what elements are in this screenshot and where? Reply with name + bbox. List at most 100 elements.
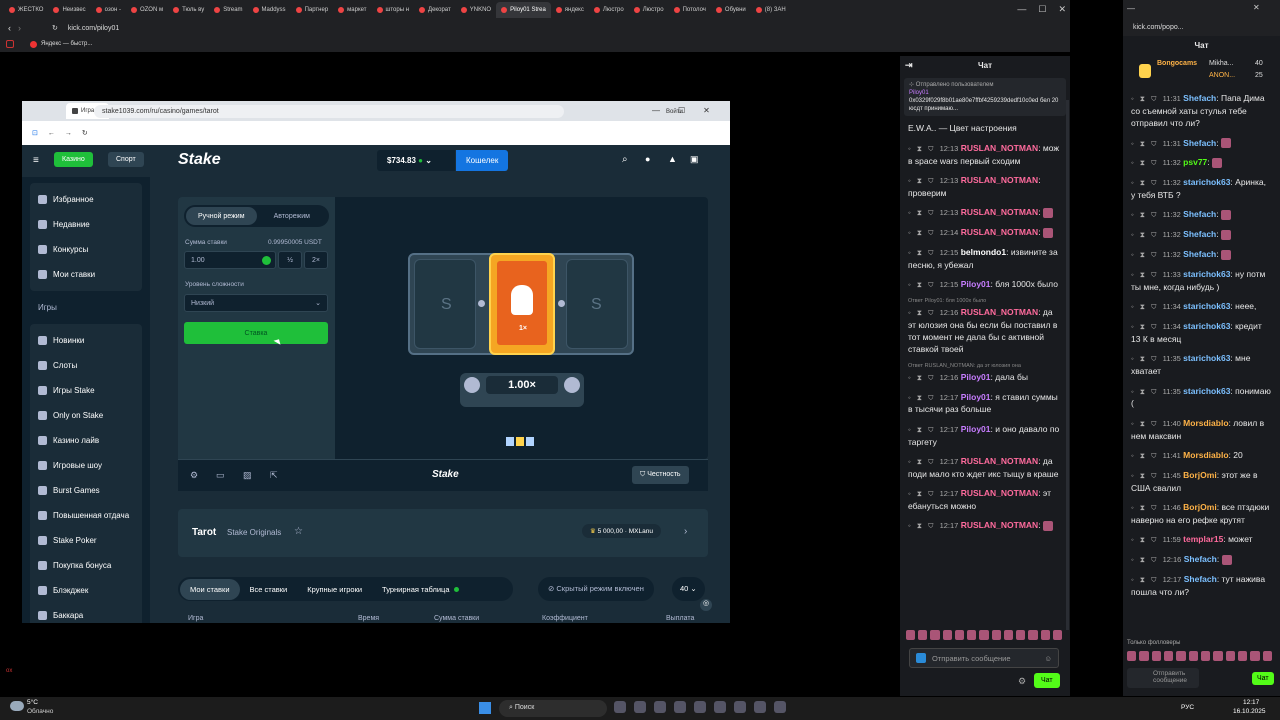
bets-tab[interactable]: Все ставки (240, 579, 298, 600)
chevron-right-icon[interactable]: › (684, 526, 687, 537)
stake-logo[interactable]: Stake (178, 151, 221, 169)
emote-icon[interactable] (942, 630, 952, 640)
url-field[interactable]: kick.com/piloy01 (68, 25, 119, 32)
emote-icon[interactable] (918, 630, 928, 640)
emote-icon[interactable] (1262, 651, 1272, 661)
message-username[interactable]: Morsdiablo (1183, 418, 1228, 428)
sidebar-item[interactable]: Конкурсы (30, 237, 142, 262)
sport-button[interactable]: Спорт (108, 152, 144, 167)
taskbar-search[interactable]: ⌕ Поиск (499, 700, 607, 717)
minimize-icon[interactable]: — (652, 106, 660, 115)
emote-icon[interactable] (930, 630, 940, 640)
manual-mode-tab[interactable]: Ручной режим (186, 207, 257, 225)
close-icon[interactable]: ✕ (1058, 4, 1066, 15)
emote-icon[interactable] (1151, 651, 1161, 661)
message-username[interactable]: RUSLAN_NOTMAN (961, 456, 1038, 466)
reload-icon[interactable]: ↻ (52, 24, 58, 32)
message-username[interactable]: Morsdiablo (1183, 450, 1228, 460)
message-username[interactable]: Shefach (1183, 249, 1216, 259)
message-username[interactable]: Piloy01 (961, 392, 991, 402)
message-username[interactable]: BorjOmi (1183, 470, 1217, 480)
bets-tab[interactable]: Турнирная таблица (372, 579, 459, 600)
bets-tab[interactable]: Крупные игроки (297, 579, 372, 600)
browser-tab[interactable]: Декорат (414, 2, 456, 18)
game-subtitle[interactable]: Stake Originals (227, 528, 281, 537)
forward-icon[interactable]: → (65, 130, 72, 137)
balance-display[interactable]: $734.83 ● ⌄ (377, 150, 455, 171)
message-username[interactable]: psv77 (1183, 157, 1207, 167)
message-username[interactable]: templar15 (1183, 534, 1223, 544)
chat2-send-button[interactable]: Чат (1252, 672, 1274, 685)
message-username[interactable]: Shefach (1183, 93, 1216, 103)
browser-tab[interactable]: OZON м (126, 2, 168, 18)
sidebar-item[interactable]: Слоты (30, 353, 142, 378)
emote-icon[interactable] (1200, 651, 1211, 661)
browser-tab[interactable]: озон - (91, 2, 126, 18)
message-username[interactable]: RUSLAN_NOTMAN (961, 175, 1038, 185)
message-username[interactable]: starichok63 (1183, 301, 1230, 311)
lang-indicator[interactable]: РУС (1181, 704, 1194, 711)
gifter-b[interactable]: ANON... (1209, 72, 1235, 79)
emote-icon[interactable] (954, 630, 965, 640)
sidebar-item[interactable]: Баккара (30, 603, 142, 623)
message-username[interactable]: belmondo1 (961, 247, 1006, 257)
browser-tab[interactable]: шторы н (372, 2, 414, 18)
double-button[interactable]: 2× (304, 251, 328, 269)
browser-tab[interactable]: Stream (209, 2, 247, 18)
bet-amount-input[interactable]: 1.00 (184, 251, 276, 269)
windows-start-icon[interactable] (479, 702, 491, 714)
popout-icon[interactable]: ⇱ (270, 470, 278, 481)
message-username[interactable]: starichok63 (1183, 321, 1230, 331)
gifter-a[interactable]: Mikha... (1209, 60, 1234, 67)
emote-icon[interactable] (906, 630, 916, 640)
folder-icon[interactable] (614, 701, 626, 713)
browser-tab[interactable]: маркет (333, 2, 371, 18)
message-username[interactable]: Shefach (1184, 554, 1217, 564)
opera-icon[interactable] (654, 701, 666, 713)
second-url[interactable]: kick.com/popo... (1133, 24, 1184, 31)
sidebar-item[interactable]: Недавние (30, 212, 142, 237)
message-username[interactable]: Piloy01 (961, 424, 991, 434)
emote-icon[interactable] (1237, 651, 1248, 661)
emoji-icon[interactable]: ☺ (1044, 654, 1052, 663)
message-username[interactable]: Shefach (1183, 229, 1216, 239)
message-username[interactable]: RUSLAN_NOTMAN (961, 307, 1038, 317)
back-icon[interactable]: ← (48, 130, 55, 137)
sidebar-item[interactable]: Новинки (30, 328, 142, 353)
sidebar-item[interactable]: Игровые шоу (30, 453, 142, 478)
stats-icon[interactable]: ▨ (243, 470, 252, 481)
message-username[interactable]: RUSLAN_NOTMAN (961, 520, 1038, 530)
sidebar-item[interactable]: Stake Poker (30, 528, 142, 553)
message-username[interactable]: Piloy01 (961, 372, 991, 382)
half-button[interactable]: ½ (278, 251, 302, 269)
auto-mode-tab[interactable]: Авторежим (257, 207, 328, 225)
browser-tab[interactable]: Люстро (629, 2, 669, 18)
maximize-icon[interactable]: ☐ (1038, 4, 1046, 15)
message-username[interactable]: BorjOmi (1183, 502, 1217, 512)
emote-icon[interactable] (1139, 651, 1149, 661)
browser-tab[interactable]: ЖЕСТКО (4, 2, 48, 18)
notes-icon[interactable] (734, 701, 746, 713)
message-username[interactable]: RUSLAN_NOTMAN (961, 488, 1038, 498)
user-icon[interactable]: ● (645, 154, 650, 164)
sidebar-item[interactable]: Burst Games (30, 478, 142, 503)
emote-icon[interactable] (991, 630, 1001, 640)
browser-tab[interactable]: Обувни (711, 2, 751, 18)
weather-temp[interactable]: 5°C (27, 699, 38, 706)
message-username[interactable]: Shefach (1183, 209, 1216, 219)
collapse-chat-icon[interactable]: ⇥ (905, 60, 913, 71)
prize-badge[interactable]: ♛ 5 000,00 · MXLanu (582, 524, 661, 538)
browser-tab[interactable]: Тюль ву (168, 2, 209, 18)
star-icon[interactable]: ☆ (294, 526, 303, 537)
message-username[interactable]: RUSLAN_NOTMAN (961, 227, 1038, 237)
chat2-input[interactable]: Отправить сообщение (1127, 668, 1199, 688)
edge-icon[interactable] (714, 701, 726, 713)
browser-tab[interactable]: Партнер (291, 2, 334, 18)
gear-icon[interactable]: ⚙ (1018, 676, 1026, 687)
message-username[interactable]: starichok63 (1183, 353, 1230, 363)
browser-tab[interactable]: яндекс (551, 2, 589, 18)
emote-icon[interactable] (1040, 630, 1050, 640)
clock-time[interactable]: 12:17 (1243, 699, 1259, 706)
chat-send-button[interactable]: Чат (1034, 673, 1060, 688)
browser-tab[interactable]: Люстро (589, 2, 629, 18)
